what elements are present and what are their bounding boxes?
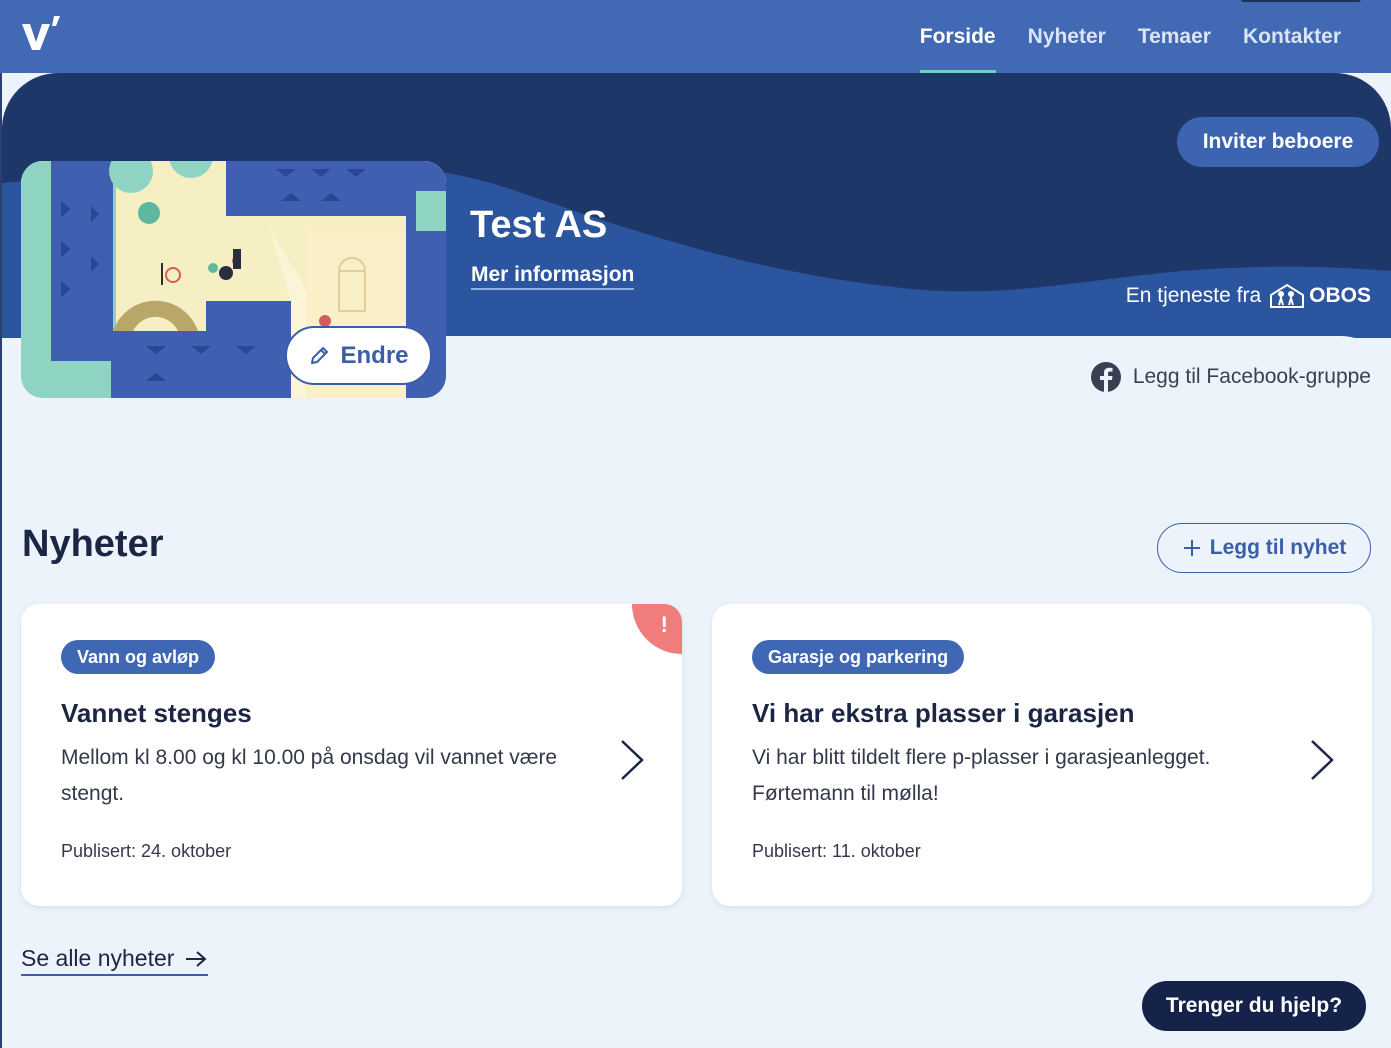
nav-item-nyheter[interactable]: Nyheter xyxy=(1028,0,1106,73)
pencil-icon xyxy=(311,346,329,364)
service-by-text: En tjeneste fra xyxy=(1125,284,1262,307)
card-title: Vannet stenges xyxy=(61,698,252,728)
add-facebook-group-link[interactable]: Legg til Facebook-gruppe xyxy=(1090,362,1371,392)
organization-name: Test AS xyxy=(470,204,608,246)
news-card[interactable]: Garasje og parkering Vi har ekstra plass… xyxy=(712,604,1372,906)
v-logo[interactable] xyxy=(20,14,64,54)
card-category-tag: Vann og avløp xyxy=(61,640,216,674)
obos-logo: OBOS xyxy=(1269,283,1371,309)
obos-wordmark: OBOS xyxy=(1309,284,1371,307)
card-body: Vi har blitt tildelt flere p-plasser i g… xyxy=(752,746,1211,805)
nav-item-temaer[interactable]: Temaer xyxy=(1138,0,1211,73)
edit-cover-button[interactable]: Endre xyxy=(285,326,432,385)
news-section-title: Nyheter xyxy=(22,523,164,565)
add-news-button[interactable]: Legg til nyhet xyxy=(1157,523,1371,573)
card-publish-date: Publisert: 24. oktober xyxy=(61,841,232,861)
arrow-right-icon xyxy=(186,950,207,967)
top-navigation-bar: Forside Nyheter Temaer Kontakter xyxy=(0,0,1391,73)
facebook-icon xyxy=(1090,362,1121,392)
card-publish-date: Publisert: 11. oktober xyxy=(752,841,921,861)
card-title: Vi har ekstra plasser i garasjen xyxy=(752,698,1135,728)
service-by-obos: En tjeneste fra OBOS xyxy=(1126,283,1371,309)
nav-item-kontakter[interactable]: Kontakter xyxy=(1243,0,1341,73)
see-all-news-link[interactable]: Se alle nyheter xyxy=(21,945,209,976)
alert-corner-icon xyxy=(632,604,682,654)
more-info-link[interactable]: Mer informasjon xyxy=(471,263,635,290)
chevron-right-icon xyxy=(621,740,644,780)
alert-mark: ! xyxy=(660,612,668,637)
invite-residents-button[interactable]: Inviter beboere xyxy=(1177,117,1379,167)
main-nav: Forside Nyheter Temaer Kontakter xyxy=(919,0,1341,73)
card-category-tag: Garasje og parkering xyxy=(752,640,965,674)
edit-label: Endre xyxy=(340,341,409,369)
obos-house-icon xyxy=(1270,283,1305,308)
card-body: Mellom kl 8.00 og kl 10.00 på onsdag vil… xyxy=(61,746,558,805)
news-card[interactable]: ! Vann og avløp Vannet stenges Mellom kl… xyxy=(21,604,682,906)
add-news-label: Legg til nyhet xyxy=(1209,536,1347,559)
nav-item-forside[interactable]: Forside xyxy=(919,0,996,73)
help-button[interactable]: Trenger du hjelp? xyxy=(1142,981,1366,1031)
plus-icon xyxy=(1183,540,1200,556)
chevron-right-icon xyxy=(1311,740,1334,780)
facebook-label: Legg til Facebook-gruppe xyxy=(1132,365,1371,388)
see-all-label: Se alle nyheter xyxy=(21,945,175,971)
